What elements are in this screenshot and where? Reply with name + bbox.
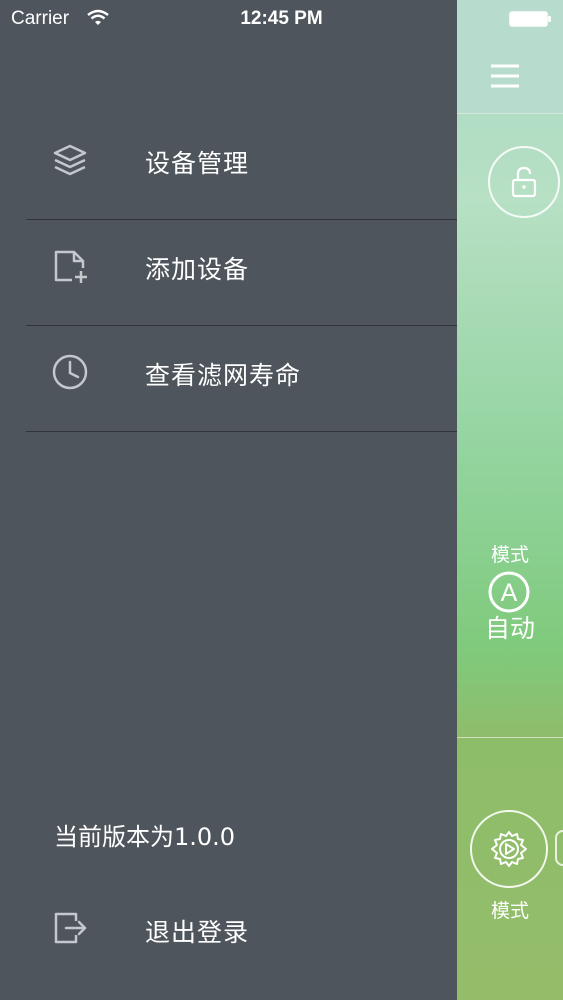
side-drawer: Carrier 设备管理 添加设备 查看滤网寿命 当前版本为1.0.0 退出登录 [0,0,457,1000]
logout-button[interactable]: 退出登录 [26,886,457,976]
gear-play-icon [491,831,527,867]
unlock-button[interactable] [488,146,560,218]
mode-bottom-label: 模式 [490,900,529,922]
unlock-icon [511,166,537,198]
main-view-peek[interactable]: 模式 A 自动 模式 [457,0,563,1000]
menu-item-filter-life[interactable]: 查看滤网寿命 [26,325,457,432]
version-text: 当前版本为1.0.0 [54,823,236,851]
next-control-edge [555,830,563,866]
menu-item-device-management[interactable]: 设备管理 [26,113,457,220]
auto-mode-icon: A [488,571,530,613]
auto-mode-label: 自动 [484,614,535,643]
auto-symbol: A [501,579,518,607]
add-file-icon [54,250,87,283]
app-screen: Carrier 设备管理 添加设备 查看滤网寿命 当前版本为1.0.0 退出登录… [0,0,563,1000]
mode-settings-button[interactable] [470,810,548,888]
mode-control-section: 模式 [457,737,563,1000]
status-time: 12:45 PM [240,8,323,29]
clock-icon [52,354,88,390]
menu-item-label: 查看滤网寿命 [145,361,302,390]
menu-item-label: 设备管理 [145,149,250,178]
menu-item-label: 添加设备 [145,255,250,284]
hamburger-menu-icon[interactable] [490,63,520,89]
mode-title: 模式 [490,544,529,566]
logout-icon [54,912,87,944]
battery-icon [509,11,551,27]
layers-icon [53,144,87,176]
menu-item-add-device[interactable]: 添加设备 [26,219,457,326]
logout-label: 退出登录 [145,918,250,947]
